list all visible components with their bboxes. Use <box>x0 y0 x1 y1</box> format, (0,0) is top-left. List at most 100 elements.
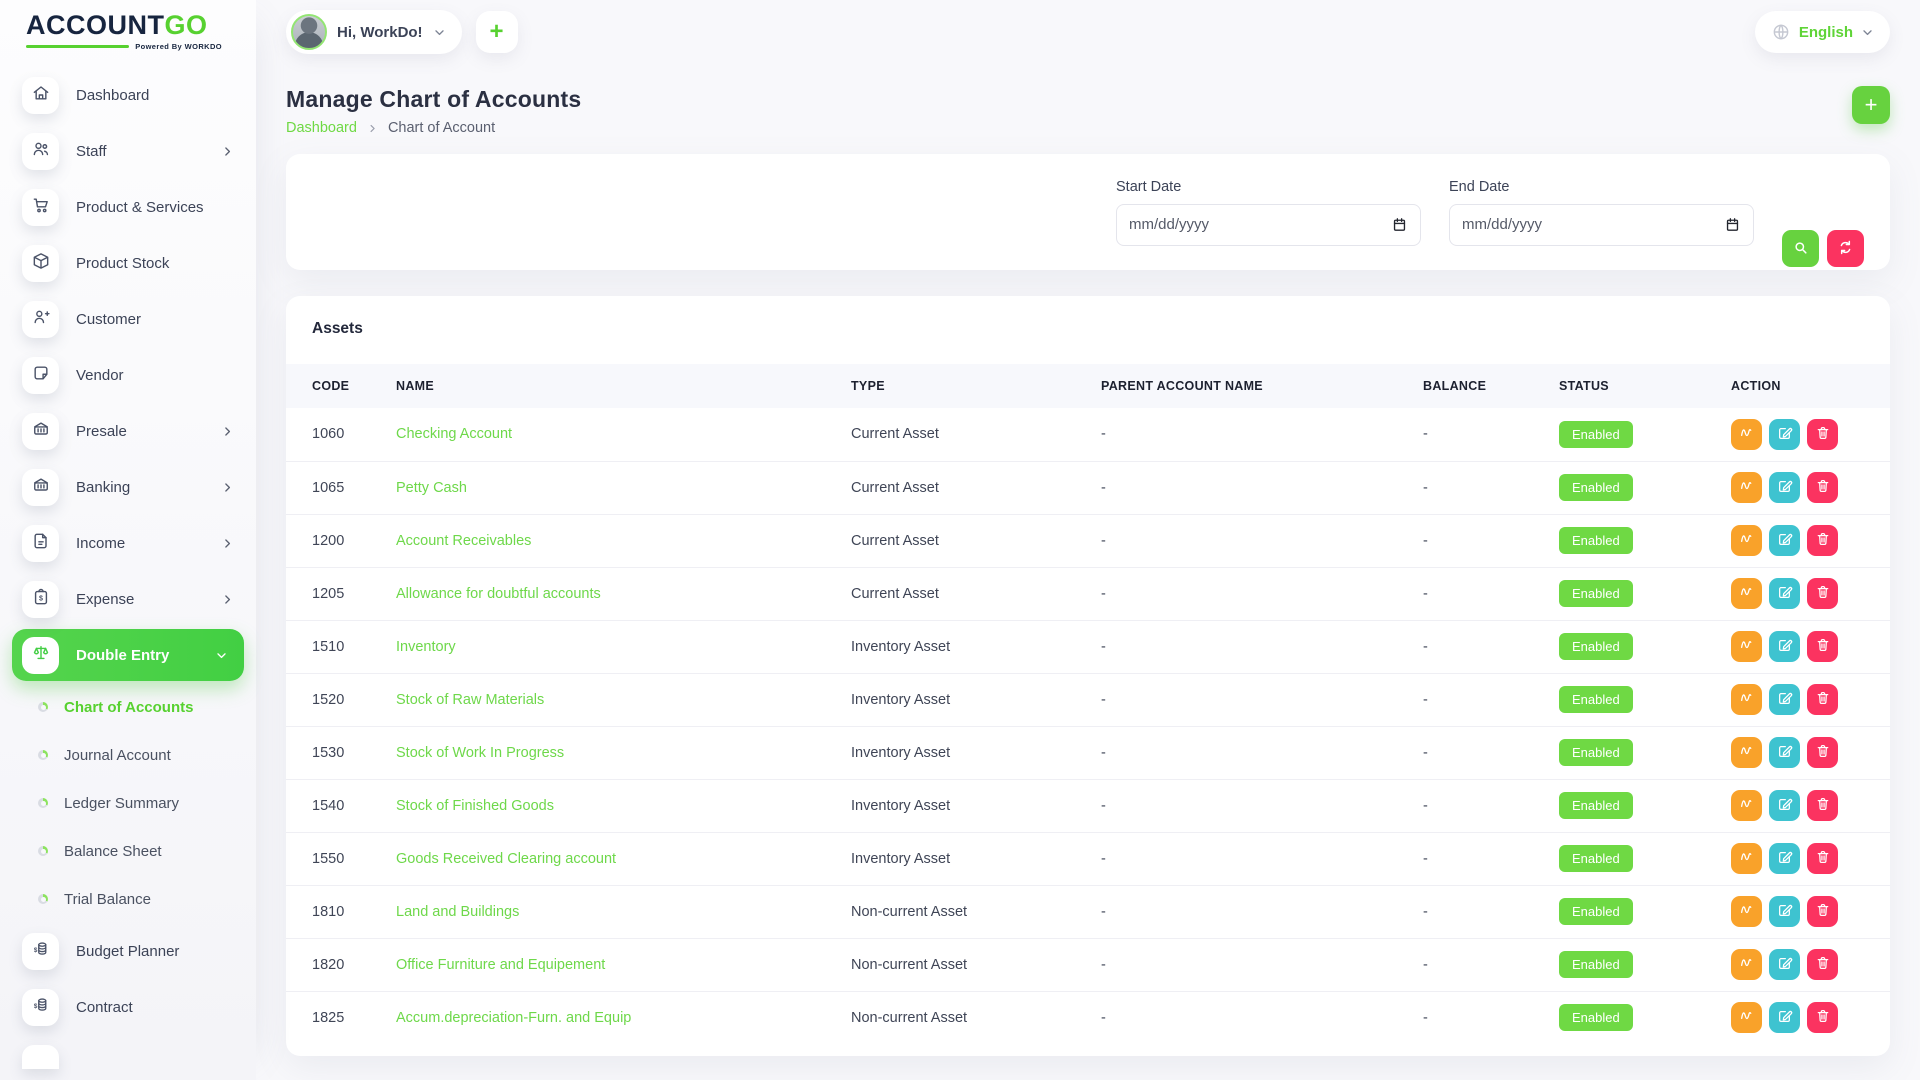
edit-button[interactable] <box>1769 1002 1800 1033</box>
account-code: 1200 <box>286 514 396 567</box>
delete-button[interactable] <box>1807 896 1838 927</box>
delete-button[interactable] <box>1807 737 1838 768</box>
sidebar-item-product-stock[interactable]: Product Stock <box>0 235 256 291</box>
edit-button[interactable] <box>1769 472 1800 503</box>
sidebar-item-vendor[interactable]: Vendor <box>0 347 256 403</box>
edit-button[interactable] <box>1769 578 1800 609</box>
sidebar-item-double-entry[interactable]: Double Entry <box>12 629 244 681</box>
chevron-right-icon <box>221 145 234 158</box>
edit-button[interactable] <box>1769 790 1800 821</box>
box-icon <box>31 251 51 276</box>
sidebar-subitem-ledger-summary[interactable]: Ledger Summary <box>0 779 256 827</box>
calendar-icon[interactable] <box>1724 216 1741 233</box>
account-name-link[interactable]: Office Furniture and Equipement <box>396 957 605 973</box>
start-date-field: Start Date mm/dd/yyyy <box>1116 179 1421 246</box>
user-menu[interactable]: Hi, WorkDo! <box>286 10 462 54</box>
column-type: TYPE <box>851 364 1101 408</box>
trash-icon <box>1815 955 1831 974</box>
language-selector[interactable]: English <box>1755 11 1890 53</box>
activity-button[interactable] <box>1731 896 1762 927</box>
search-button[interactable] <box>1782 230 1819 267</box>
create-account-button[interactable]: + <box>1852 86 1890 124</box>
delete-button[interactable] <box>1807 1002 1838 1033</box>
activity-button[interactable] <box>1731 631 1762 662</box>
account-name-link[interactable]: Goods Received Clearing account <box>396 851 616 867</box>
column-code: CODE <box>286 364 396 408</box>
sidebar-subitem-journal-account[interactable]: Journal Account <box>0 731 256 779</box>
edit-button[interactable] <box>1769 684 1800 715</box>
sidebar-item-banking[interactable]: Banking <box>0 459 256 515</box>
account-name-link[interactable]: Accum.depreciation-Furn. and Equip <box>396 1010 631 1026</box>
edit-button[interactable] <box>1769 525 1800 556</box>
account-name-link[interactable]: Allowance for doubtful accounts <box>396 586 601 602</box>
activity-button[interactable] <box>1731 578 1762 609</box>
sidebar-subitem-chart-of-accounts[interactable]: Chart of Accounts <box>0 683 256 731</box>
edit-button[interactable] <box>1769 631 1800 662</box>
sidebar-item-staff[interactable]: Staff <box>0 123 256 179</box>
account-balance: - <box>1423 567 1559 620</box>
globe-icon <box>1771 22 1791 42</box>
activity-button[interactable] <box>1731 525 1762 556</box>
activity-button[interactable] <box>1731 1002 1762 1033</box>
activity-button[interactable] <box>1731 737 1762 768</box>
sidebar-item-dashboard[interactable]: Dashboard <box>0 67 256 123</box>
trash-icon <box>1815 796 1831 815</box>
activity-button[interactable] <box>1731 790 1762 821</box>
sidebar-item-product-services[interactable]: Product & Services <box>0 179 256 235</box>
delete-button[interactable] <box>1807 472 1838 503</box>
status-badge: Enabled <box>1559 421 1633 448</box>
account-code: 1820 <box>286 938 396 991</box>
sidebar-item-income[interactable]: Income <box>0 515 256 571</box>
activity-button[interactable] <box>1731 472 1762 503</box>
activity-button[interactable] <box>1731 419 1762 450</box>
account-name-link[interactable]: Land and Buildings <box>396 904 519 920</box>
delete-button[interactable] <box>1807 525 1838 556</box>
edit-button[interactable] <box>1769 419 1800 450</box>
scale-icon <box>31 643 51 668</box>
account-name-link[interactable]: Checking Account <box>396 426 512 442</box>
account-type: Current Asset <box>851 461 1101 514</box>
quick-add-button[interactable]: + <box>476 11 518 53</box>
trash-icon <box>1815 425 1831 444</box>
activity-button[interactable] <box>1731 843 1762 874</box>
account-name-link[interactable]: Inventory <box>396 639 456 655</box>
edit-button[interactable] <box>1769 737 1800 768</box>
sidebar-item-contract[interactable]: $ Contract <box>0 979 256 1035</box>
delete-button[interactable] <box>1807 419 1838 450</box>
brand-underline <box>26 45 129 48</box>
sidebar-item-presale[interactable]: Presale <box>0 403 256 459</box>
sidebar-item-customer[interactable]: Customer <box>0 291 256 347</box>
sidebar-item-expense[interactable]: $ Expense <box>0 571 256 627</box>
trash-icon <box>1815 584 1831 603</box>
end-date-input[interactable]: mm/dd/yyyy <box>1449 204 1754 246</box>
account-name-link[interactable]: Petty Cash <box>396 480 467 496</box>
edit-button[interactable] <box>1769 896 1800 927</box>
delete-button[interactable] <box>1807 684 1838 715</box>
delete-button[interactable] <box>1807 631 1838 662</box>
account-name-link[interactable]: Stock of Raw Materials <box>396 692 544 708</box>
sidebar-item-budget-planner[interactable]: $ Budget Planner <box>0 923 256 979</box>
activity-button[interactable] <box>1731 949 1762 980</box>
account-name-link[interactable]: Stock of Finished Goods <box>396 798 554 814</box>
edit-button[interactable] <box>1769 949 1800 980</box>
edit-button[interactable] <box>1769 843 1800 874</box>
delete-button[interactable] <box>1807 790 1838 821</box>
delete-button[interactable] <box>1807 843 1838 874</box>
sidebar-subitem-trial-balance[interactable]: Trial Balance <box>0 875 256 923</box>
reset-button[interactable] <box>1827 230 1864 267</box>
account-name-link[interactable]: Stock of Work In Progress <box>396 745 564 761</box>
sidebar-subitem-balance-sheet[interactable]: Balance Sheet <box>0 827 256 875</box>
delete-button[interactable] <box>1807 578 1838 609</box>
sidebar-item-partial <box>22 1045 59 1069</box>
table-row: 1825 Accum.depreciation-Furn. and Equip … <box>286 991 1890 1044</box>
breadcrumb-dashboard-link[interactable]: Dashboard <box>286 120 357 136</box>
delete-button[interactable] <box>1807 949 1838 980</box>
row-actions <box>1731 896 1890 927</box>
chevron-right-icon <box>221 593 234 606</box>
calendar-icon[interactable] <box>1391 216 1408 233</box>
brand-logo[interactable]: ACCOUNTGO Powered By WORKDO <box>0 0 256 51</box>
account-name-link[interactable]: Account Receivables <box>396 533 531 549</box>
activity-button[interactable] <box>1731 684 1762 715</box>
start-date-input[interactable]: mm/dd/yyyy <box>1116 204 1421 246</box>
bullet-icon <box>38 750 48 760</box>
